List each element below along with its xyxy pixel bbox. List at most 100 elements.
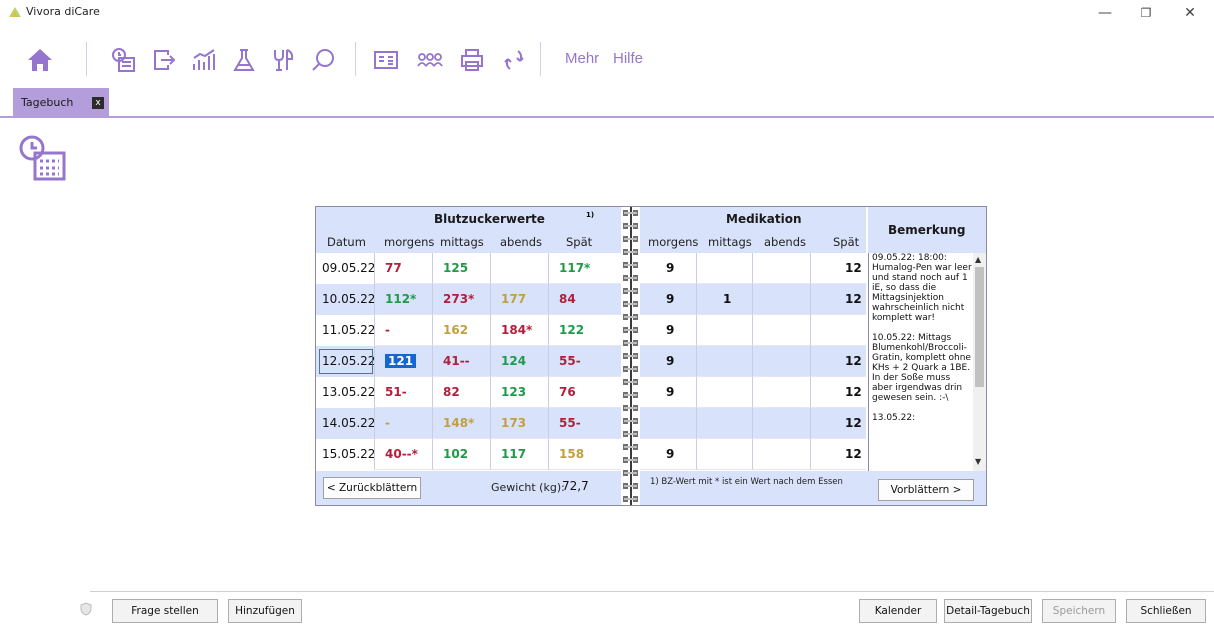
home-icon[interactable]	[26, 46, 54, 74]
statistics-icon[interactable]	[190, 46, 218, 74]
restore-button[interactable]: ❐	[1131, 3, 1161, 23]
bz-cell[interactable]: 173	[490, 408, 548, 439]
medication-cell[interactable]: 9	[640, 284, 696, 315]
medication-cell[interactable]	[752, 284, 810, 315]
toolbar: Mehr Hilfe	[0, 28, 1214, 88]
mehr-menu[interactable]: Mehr	[565, 50, 599, 67]
hilfe-menu[interactable]: Hilfe	[613, 50, 643, 67]
col-med-spaet: Spät	[833, 235, 860, 249]
bz-cell[interactable]: 124	[490, 346, 548, 377]
date-cell[interactable]: 10.05.22	[316, 284, 375, 315]
date-cell[interactable]: 12.05.22	[316, 346, 375, 377]
users-icon[interactable]	[416, 46, 444, 74]
bz-cell[interactable]: 102	[432, 439, 490, 470]
bz-cell[interactable]: 41--	[432, 346, 490, 377]
ask-question-button[interactable]: Frage stellen	[112, 599, 218, 623]
bz-cell[interactable]: 40--*	[374, 439, 432, 470]
bz-cell[interactable]: 125	[432, 253, 490, 284]
date-cell[interactable]: 15.05.22	[316, 439, 375, 470]
add-button[interactable]: Hinzufügen	[228, 599, 302, 623]
lab-flask-icon[interactable]	[230, 46, 258, 74]
bz-cell[interactable]: 148*	[432, 408, 490, 439]
date-text: 09.05.22	[322, 261, 376, 275]
medication-cell[interactable]: 12	[810, 346, 866, 377]
bz-cell[interactable]: -	[374, 408, 432, 439]
bz-cell[interactable]: 82	[432, 377, 490, 408]
medication-cell[interactable]: 9	[640, 253, 696, 284]
medication-cell[interactable]	[752, 377, 810, 408]
remark-box[interactable]: 09.05.22: 18:00: Humalog-Pen war leer un…	[868, 253, 986, 471]
bz-cell[interactable]: -	[374, 315, 432, 346]
forward-button[interactable]: Vorblättern >	[878, 479, 974, 501]
remark-scrollbar[interactable]: ▲ ▼	[973, 253, 986, 471]
medication-cell[interactable]: 9	[640, 315, 696, 346]
medication-cell[interactable]	[696, 408, 752, 439]
medication-cell[interactable]	[752, 439, 810, 470]
medication-cell[interactable]: 12	[810, 377, 866, 408]
date-cell[interactable]: 14.05.22	[316, 408, 375, 439]
sync-icon[interactable]	[500, 46, 528, 74]
bz-cell[interactable]: 273*	[432, 284, 490, 315]
medication-cell[interactable]	[810, 315, 866, 346]
medication-cell[interactable]	[752, 408, 810, 439]
date-cell[interactable]: 13.05.22	[316, 377, 375, 408]
tab-close-icon[interactable]: x	[92, 97, 104, 109]
bz-cell[interactable]	[490, 253, 548, 284]
close-window-button[interactable]: ✕	[1175, 3, 1205, 23]
bz-cell[interactable]: 121	[374, 346, 432, 377]
medication-cell[interactable]: 9	[640, 439, 696, 470]
bz-cell[interactable]: 84	[548, 284, 621, 315]
weight-value[interactable]: 72,7	[562, 479, 589, 493]
minimize-button[interactable]: —	[1090, 3, 1120, 23]
medication-cell[interactable]	[696, 346, 752, 377]
medication-cell[interactable]	[640, 408, 696, 439]
back-button[interactable]: < Zurückblättern	[323, 477, 421, 499]
tab-tagebuch[interactable]: Tagebuch x	[13, 88, 109, 118]
bz-cell[interactable]: 184*	[490, 315, 548, 346]
medication-cell[interactable]	[696, 253, 752, 284]
export-icon[interactable]	[150, 46, 178, 74]
print-icon[interactable]	[458, 46, 486, 74]
bz-cell[interactable]: 55-	[548, 346, 621, 377]
medication-cell[interactable]	[696, 315, 752, 346]
medication-cell[interactable]	[696, 439, 752, 470]
bz-cell[interactable]: 123	[490, 377, 548, 408]
bz-cell[interactable]: 77	[374, 253, 432, 284]
scroll-down-icon[interactable]: ▼	[975, 457, 981, 466]
patient-card-icon[interactable]	[372, 46, 400, 74]
detail-diary-button[interactable]: Detail-Tagebuch	[944, 599, 1032, 623]
bz-cell[interactable]: 162	[432, 315, 490, 346]
bz-cell[interactable]: 117	[490, 439, 548, 470]
bz-cell[interactable]: 117*	[548, 253, 621, 284]
date-cell[interactable]: 11.05.22	[316, 315, 375, 346]
medication-cell[interactable]	[752, 346, 810, 377]
bz-cell[interactable]: 122	[548, 315, 621, 346]
medication-cell[interactable]: 12	[810, 439, 866, 470]
medication-cell[interactable]	[696, 377, 752, 408]
medication-cell[interactable]: 12	[810, 284, 866, 315]
scroll-thumb[interactable]	[975, 267, 984, 387]
medication-cell[interactable]: 12	[810, 253, 866, 284]
bz-cell[interactable]: 55-	[548, 408, 621, 439]
scroll-up-icon[interactable]: ▲	[975, 255, 981, 264]
medication-cell[interactable]: 12	[810, 408, 866, 439]
remark-entry: 13.05.22:	[872, 413, 916, 423]
meal-icon[interactable]	[270, 46, 298, 74]
bz-cell[interactable]: 112*	[374, 284, 432, 315]
calendar-button[interactable]: Kalender	[859, 599, 937, 623]
search-icon[interactable]	[310, 46, 338, 74]
bz-cell[interactable]: 158	[548, 439, 621, 470]
medication-cell[interactable]	[752, 253, 810, 284]
save-button[interactable]: Speichern	[1042, 599, 1116, 623]
medication-cell[interactable]: 9	[640, 346, 696, 377]
date-cell[interactable]: 09.05.22	[316, 253, 376, 284]
bz-cell[interactable]: 177	[490, 284, 548, 315]
diary-clock-icon[interactable]	[110, 46, 138, 74]
bz-cell[interactable]: 51-	[374, 377, 432, 408]
medication-cell[interactable]	[752, 315, 810, 346]
medication-cell[interactable]: 1	[696, 284, 752, 315]
close-button[interactable]: Schließen	[1126, 599, 1206, 623]
medication-cell[interactable]: 9	[640, 377, 696, 408]
bz-cell[interactable]: 76	[548, 377, 621, 408]
medication-row: 9 12	[640, 346, 866, 377]
